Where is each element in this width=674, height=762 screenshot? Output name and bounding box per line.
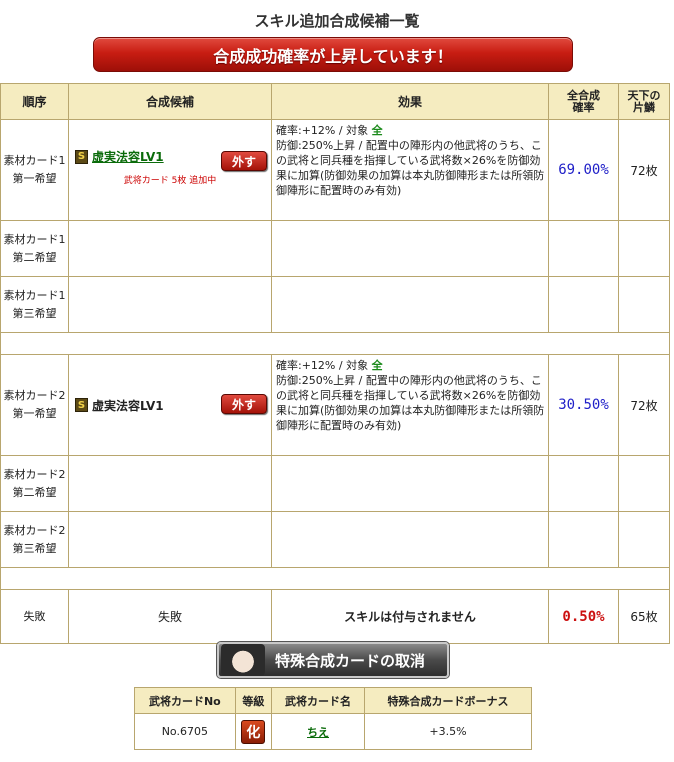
effect-cell [271, 511, 549, 568]
effect-cell: 確率:+12% / 対象 全 防御:250%上昇 / 配置中の陣形内の他武将のう… [271, 119, 549, 221]
card-row: No.6705 化 ちえ +3.5% [134, 713, 533, 750]
card-name-link[interactable]: ちえ [307, 726, 329, 739]
order-cell: 素材カード2 第一希望 [0, 354, 69, 456]
effect-body-text: 防御:250%上昇 / 配置中の陣形内の他武将のうち、この武将と同兵種を指揮して… [276, 374, 545, 432]
order-cell: 素材カード2 第二希望 [0, 455, 69, 512]
total-rate-value: 30.50% [548, 354, 619, 456]
failure-row: 失敗 失敗 スキルは付与されません 0.50% 65枚 [0, 589, 670, 644]
candidate-table: 順序 合成候補 効果 全合成 確率 天下の 片鱗 素材カード1 第一希望 S 虚実法… [0, 83, 670, 644]
total-rate-cell [548, 511, 619, 568]
tenka-cell [618, 220, 670, 277]
tenka-cell [618, 276, 670, 333]
total-rate-value: 69.00% [548, 119, 619, 221]
header-bonus: 特殊合成カードボーナス [363, 687, 533, 714]
failure-tenka-count: 65枚 [618, 589, 670, 644]
order-preference: 第二希望 [12, 485, 57, 499]
order-preference: 第三希望 [12, 306, 57, 320]
effect-cell [271, 220, 549, 277]
skill-rank-s-icon: S [75, 149, 88, 164]
table-row: 素材カード1 第一希望 S 虚実法容LV1 外す 武将カード 5枚 追加中 確率… [0, 119, 670, 221]
order-preference: 第一希望 [12, 407, 57, 420]
header-candidate: 合成候補 [68, 83, 272, 120]
candidate-cell: S 虚実法容LV1 外す [68, 354, 272, 456]
tenka-count: 72枚 [618, 354, 670, 456]
effect-body-text: 防御:250%上昇 / 配置中の陣形内の他武将のうち、この武将と同兵種を指揮して… [276, 139, 545, 197]
total-rate-cell [548, 220, 619, 277]
table-header-row: 順序 合成候補 効果 全合成 確率 天下の 片鱗 [0, 83, 670, 120]
skill-rank-s-icon: S [75, 398, 88, 412]
total-rate-cell [548, 455, 619, 512]
table-row: 素材カード2 第三希望 [0, 511, 670, 568]
table-row: 素材カード1 第二希望 [0, 220, 670, 277]
group-separator [0, 567, 670, 590]
failure-order: 失敗 [0, 589, 69, 644]
order-label: 素材カード1 [3, 232, 66, 246]
success-rate-banner: 合成成功確率が上昇しています！ [93, 37, 573, 72]
order-cell: 素材カード1 第二希望 [0, 220, 69, 277]
general-portrait-icon [221, 644, 265, 676]
rank-badge-icon: 化 [241, 719, 266, 744]
candidate-cell [68, 455, 272, 512]
candidate-cell: S 虚実法容LV1 外す 武将カード 5枚 追加中 [68, 119, 272, 221]
group-separator [0, 332, 670, 355]
failure-message: スキルは付与されません [271, 589, 549, 644]
table-row: 素材カード2 第二希望 [0, 455, 670, 512]
total-rate-cell [548, 276, 619, 333]
tenka-cell [618, 455, 670, 512]
header-total-rate: 全合成 確率 [548, 83, 619, 120]
order-cell: 素材カード2 第三希望 [0, 511, 69, 568]
header-rank: 等級 [234, 687, 273, 714]
effect-target-text: 全 [371, 124, 383, 137]
card-header-row: 武将カードNo 等級 武将カード名 特殊合成カードボーナス [134, 687, 533, 714]
header-card-name: 武将カード名 [271, 687, 365, 714]
rank-cell: 化 [234, 713, 273, 750]
effect-cell: 確率:+12% / 対象 全 防御:250%上昇 / 配置中の陣形内の他武将のう… [271, 354, 549, 456]
order-cell: 素材カード1 第一希望 [0, 119, 69, 221]
failure-rate: 0.50% [548, 589, 619, 644]
effect-cell [271, 276, 549, 333]
order-preference: 第二希望 [12, 250, 57, 264]
order-label: 素材カード2 [3, 389, 66, 402]
table-row: 素材カード1 第三希望 [0, 276, 670, 333]
effect-target-text: 全 [371, 359, 383, 372]
special-card-table: 武将カードNo 等級 武将カード名 特殊合成カードボーナス No.6705 化 … [134, 687, 533, 750]
header-card-no: 武将カードNo [134, 687, 236, 714]
order-label: 素材カード1 [3, 154, 66, 167]
effect-rate-text: 確率:+12% / 対象 [276, 359, 369, 372]
remove-button[interactable]: 外す [221, 151, 267, 171]
tenka-cell [618, 511, 670, 568]
card-count-note: 武将カード 5枚 追加中 [123, 176, 217, 186]
order-label: 素材カード1 [3, 288, 66, 302]
skill-name-text: 虚実法容LV1 [92, 398, 164, 413]
effect-rate-text: 確率:+12% / 対象 [276, 124, 369, 137]
candidate-cell [68, 220, 272, 277]
order-preference: 第三希望 [12, 541, 57, 555]
header-order: 順序 [0, 83, 69, 120]
order-label: 素材カード2 [3, 523, 66, 537]
tenka-count: 72枚 [618, 119, 670, 221]
order-preference: 第一希望 [12, 172, 57, 185]
candidate-cell [68, 276, 272, 333]
page-title: スキル追加合成候補一覧 [254, 12, 420, 30]
table-row: 素材カード2 第一希望 S 虚実法容LV1 外す 確率:+12% / 対象 全 … [0, 354, 670, 456]
order-cell: 素材カード1 第三希望 [0, 276, 69, 333]
cancel-special-card-button[interactable]: 特殊合成カードの取消 [217, 642, 449, 678]
order-label: 素材カード2 [3, 467, 66, 481]
effect-cell [271, 455, 549, 512]
cancel-button-label: 特殊合成カードの取消 [275, 651, 426, 670]
candidate-cell [68, 511, 272, 568]
card-no: No.6705 [134, 713, 236, 750]
card-name-cell: ちえ [271, 713, 365, 750]
failure-candidate: 失敗 [68, 589, 272, 644]
card-bonus: +3.5% [363, 713, 533, 750]
header-effect: 効果 [271, 83, 549, 120]
remove-button[interactable]: 外す [221, 394, 267, 414]
header-tenka: 天下の 片鱗 [618, 83, 670, 120]
skill-name-link[interactable]: 虚実法容LV1 [92, 148, 164, 165]
